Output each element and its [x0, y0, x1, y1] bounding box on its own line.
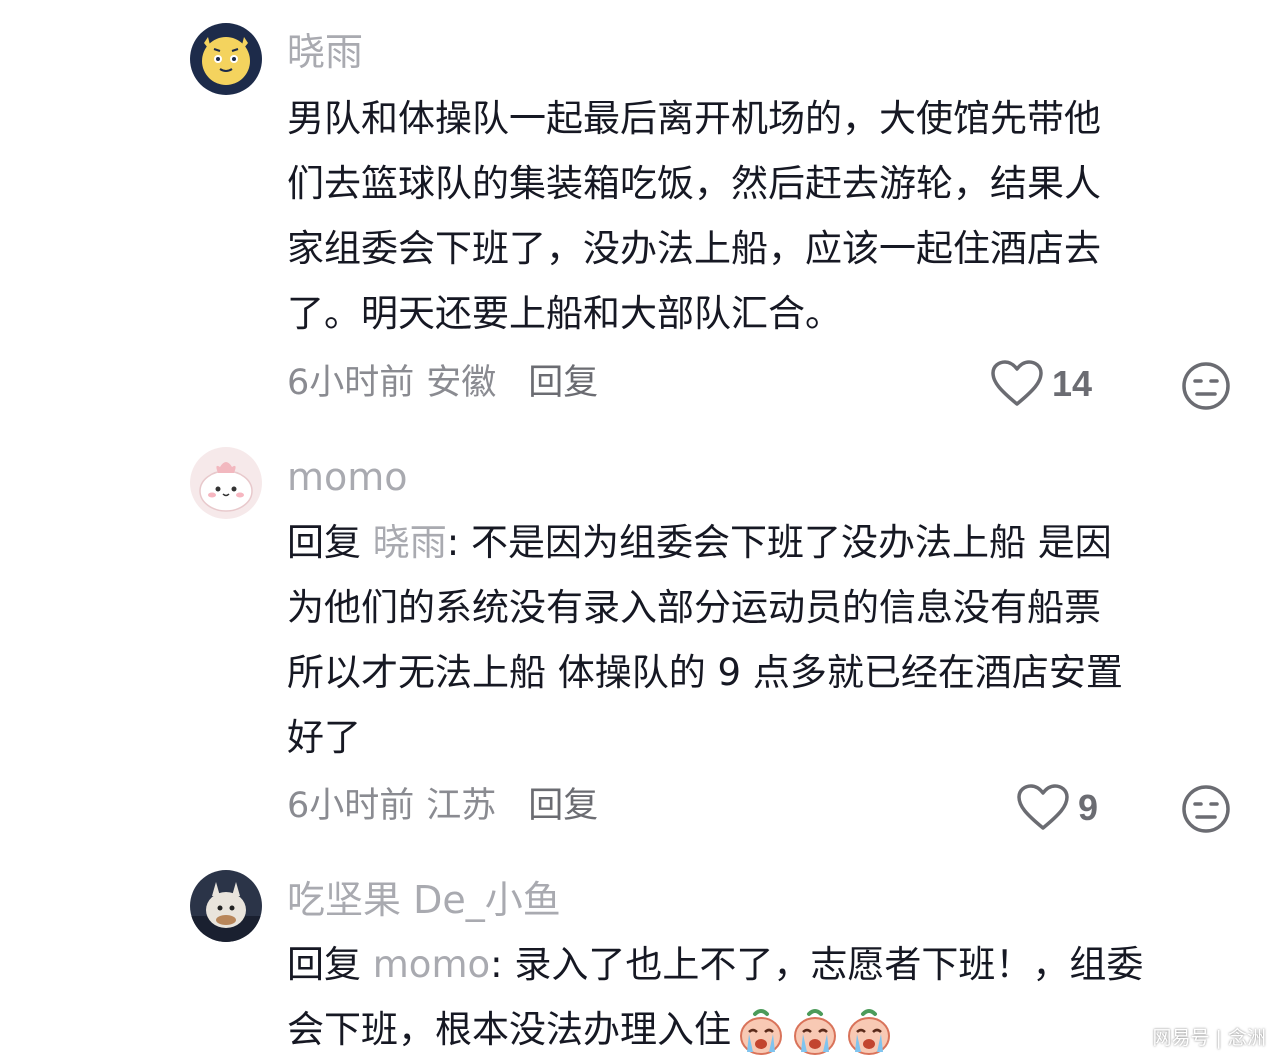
comment-text-line: 们去篮球队的集装箱吃饭，然后赶去游轮，结果人 [287, 162, 1101, 205]
comment-time: 6小时前 [287, 363, 415, 403]
comment-text-line: 了。明天还要上船和大部队汇合。 [287, 292, 842, 335]
meh-face-icon [1182, 785, 1230, 833]
comment-text-segment: 会下班，根本没法办理入住 [287, 1008, 731, 1051]
fluffy-creature-avatar-icon [190, 870, 262, 942]
like-count: 9 [1078, 787, 1099, 828]
like-button[interactable]: 14 [990, 360, 1092, 408]
comment-meta: 6小时前 安徽 回复 [287, 361, 598, 405]
reply-button[interactable]: 回复 [528, 786, 598, 826]
dislike-button[interactable] [1180, 360, 1232, 412]
crying-face-emoji [740, 1008, 782, 1055]
pink-bun-avatar-icon [190, 447, 262, 519]
comment-text: 回复 晓雨: 不是因为组委会下班了没办法上船 是因 为他们的系统没有录入部分运动… [287, 510, 1207, 770]
emoji-group [735, 1006, 897, 1058]
crying-face-emoji [794, 1008, 836, 1055]
reply-button[interactable]: 回复 [528, 363, 598, 403]
heart-outline-icon [991, 360, 1043, 406]
comment-region: 江苏 [426, 786, 497, 826]
like-count: 14 [1052, 363, 1093, 404]
comment-time: 6小时前 [287, 786, 415, 826]
watermark: 网易号 | 念洲 [1152, 1027, 1266, 1049]
comment-text-segment: : 不是因为组委会下班了没办法上船 是因 [446, 521, 1112, 564]
comment-text: 男队和体操队一起最后离开机场的，大使馆先带他 们去篮球队的集装箱吃饭，然后赶去游… [287, 86, 1207, 346]
reply-prefix: 回复 [287, 943, 361, 986]
avatar[interactable] [190, 447, 262, 519]
comment-text: 回复 momo: 录入了也上不了，志愿者下班！，组委 会下班，根本没法办理入住 [287, 932, 1207, 1062]
comment-meta: 6小时前 江苏 回复 [287, 784, 598, 828]
avatar[interactable] [190, 23, 262, 95]
comment-region: 安徽 [426, 363, 497, 403]
reply-prefix: 回复 [287, 521, 361, 564]
heart-outline-icon [1017, 784, 1069, 830]
comment-text-line: 男队和体操队一起最后离开机场的，大使馆先带他 [287, 97, 1101, 140]
reply-target-username[interactable]: momo [373, 943, 490, 986]
comment-text-segment: : 录入了也上不了，志愿者下班！，组委 [490, 943, 1144, 986]
comment-username[interactable]: momo [287, 455, 408, 499]
comment-text-line: 回复 晓雨: 不是因为组委会下班了没办法上船 是因 [287, 510, 1207, 575]
avatar[interactable] [190, 870, 262, 942]
meh-face-icon [1182, 362, 1230, 410]
comment-text-line: 所以才无法上船 体操队的 9 点多就已经在酒店安置 [287, 651, 1123, 694]
comment-text-line: 好了 [287, 716, 361, 759]
comment-text-line: 会下班，根本没法办理入住 [287, 997, 1207, 1062]
crying-face-emoji [848, 1008, 890, 1055]
comment-text-line: 回复 momo: 录入了也上不了，志愿者下班！，组委 [287, 932, 1207, 997]
cat-tiger-avatar-icon [190, 23, 262, 95]
comment-username[interactable]: 晓雨 [287, 30, 363, 74]
dislike-button[interactable] [1180, 783, 1232, 835]
comment-username[interactable]: 吃坚果 De_小鱼 [287, 878, 561, 922]
reply-target-username[interactable]: 晓雨 [373, 521, 447, 564]
like-button[interactable]: 9 [1016, 784, 1098, 832]
comment-text-line: 为他们的系统没有录入部分运动员的信息没有船票 [287, 586, 1101, 629]
comment-text-line: 家组委会下班了，没办法上船，应该一起住酒店去 [287, 227, 1101, 270]
